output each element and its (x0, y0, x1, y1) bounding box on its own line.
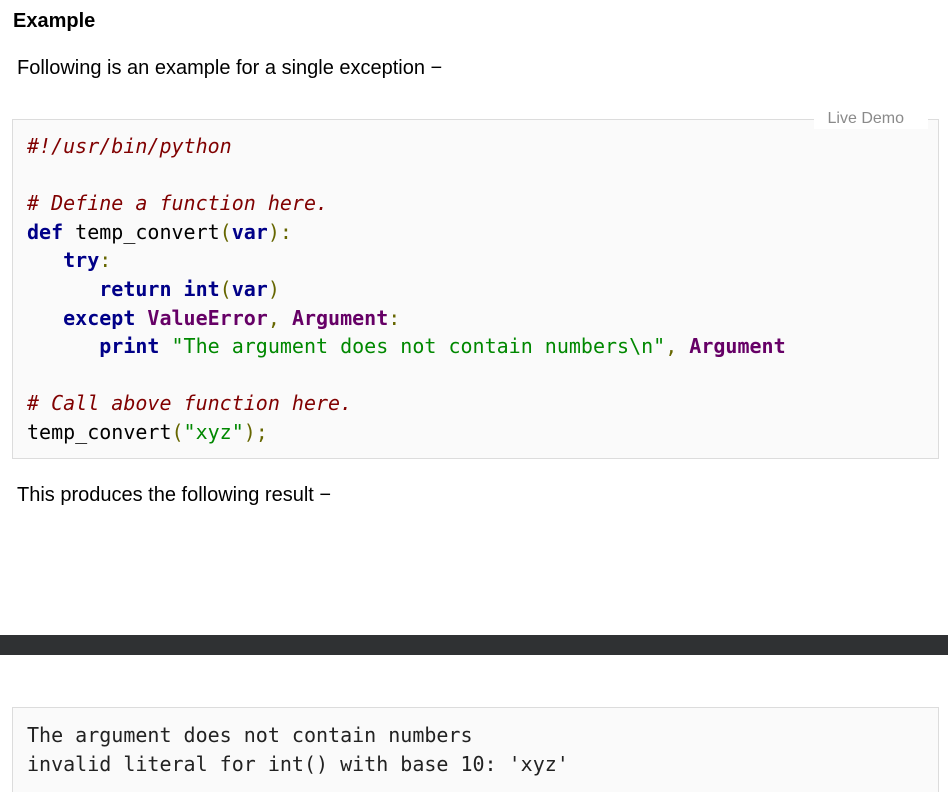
code-keyword: var (231, 219, 268, 244)
code-keyword: print (99, 334, 160, 359)
code-class-name: Argument (689, 334, 786, 359)
code-keyword: return (99, 276, 172, 301)
intro-text: Following is an example for a single exc… (17, 57, 443, 79)
code-class-name: Argument (291, 305, 389, 330)
output-line: The argument does not contain numbers (27, 723, 473, 747)
code-comment: # Define a function here. (27, 191, 329, 216)
code-string: "xyz" (183, 419, 244, 444)
code-keyword: int (183, 276, 220, 301)
output-line: invalid literal for int() with base 10: … (27, 751, 569, 776)
code-call-name: temp_convert (27, 419, 172, 444)
code-example-box: Live Demo #!/usr/bin/python # Define a f… (12, 109, 939, 459)
output-box: The argument does not contain numbers in… (12, 707, 939, 792)
live-demo-link[interactable]: Live Demo (813, 109, 928, 129)
code-keyword: try (63, 248, 100, 273)
code-comment: # Call above function here. (27, 391, 353, 416)
dark-divider-bar (0, 635, 948, 655)
code-string: "The argument does not contain numbers\n… (171, 334, 666, 359)
code-function-name: temp_convert (63, 219, 220, 244)
section-heading: Example (13, 10, 96, 32)
code-keyword: def (27, 219, 64, 244)
code-keyword: except (63, 305, 136, 330)
page: Example Following is an example for a si… (0, 0, 948, 792)
result-intro-text: This produces the following result − (17, 484, 332, 506)
code-shebang: #!/usr/bin/python (27, 134, 232, 158)
code-class-name: ValueError (147, 305, 268, 330)
code-block: #!/usr/bin/python # Define a function he… (27, 134, 786, 444)
code-keyword: var (231, 276, 268, 301)
output-block: The argument does not contain numbers in… (27, 721, 569, 778)
